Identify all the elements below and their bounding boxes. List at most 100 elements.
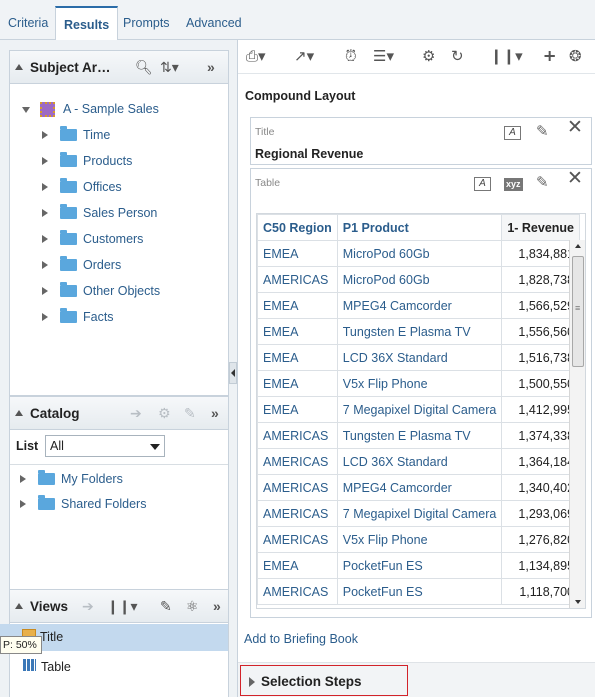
filter-icon[interactable]: ☰▾	[373, 49, 394, 65]
tab-criteria[interactable]: Criteria	[0, 6, 56, 40]
region-cell[interactable]: AMERICAS	[257, 266, 338, 293]
column-header[interactable]: P1 Product	[336, 214, 503, 241]
expand-icon[interactable]	[42, 209, 48, 217]
collapse-icon[interactable]	[15, 64, 23, 70]
more-icon[interactable]: ❂	[569, 49, 582, 65]
close-icon[interactable]: ✕	[567, 169, 583, 188]
column-header[interactable]: C50 Region	[257, 214, 338, 241]
format-view-icon[interactable]: A	[474, 177, 491, 191]
folder-label: Other Objects	[83, 284, 161, 298]
tree-folder[interactable]: Orders	[42, 255, 222, 275]
sort-icon[interactable]: ⇅▾	[160, 59, 179, 75]
tab-advanced[interactable]: Advanced	[178, 6, 250, 40]
new-view-icon[interactable]: ❙❙▾	[490, 49, 523, 65]
region-cell[interactable]: AMERICAS	[257, 526, 338, 553]
close-icon[interactable]: ✕	[567, 118, 583, 137]
expand-icon[interactable]	[20, 500, 26, 508]
product-cell[interactable]: MPEG4 Camcorder	[336, 292, 503, 319]
expand-open-icon[interactable]	[22, 107, 30, 113]
region-cell[interactable]: EMEA	[257, 344, 338, 371]
folder-label: Sales Person	[83, 206, 158, 220]
edit-view-icon[interactable]: ✎	[536, 124, 549, 140]
table-scrollbar[interactable]	[569, 240, 585, 608]
export-icon[interactable]: ↗▾	[294, 49, 314, 65]
region-cell[interactable]: EMEA	[257, 370, 338, 397]
tree-folder[interactable]: Facts	[42, 307, 222, 327]
product-cell[interactable]: MicroPod 60Gb	[336, 240, 503, 267]
tree-folder[interactable]: Offices	[42, 177, 222, 197]
region-cell[interactable]: EMEA	[257, 318, 338, 345]
rename-view-icon[interactable]: xyz	[504, 178, 523, 191]
expand-icon[interactable]	[42, 313, 48, 321]
expand-icon[interactable]	[42, 157, 48, 165]
expand-panel-icon[interactable]: »	[207, 59, 215, 75]
tree-folder[interactable]: Other Objects	[42, 281, 222, 301]
product-cell[interactable]: 7 Megapixel Digital Camera	[336, 500, 503, 527]
expand-panel-icon[interactable]: »	[211, 405, 219, 421]
product-cell[interactable]: MPEG4 Camcorder	[336, 474, 503, 501]
scroll-up-icon[interactable]	[575, 244, 581, 248]
table-row: AMERICAS MPEG4 Camcorder 1,340,402	[257, 474, 581, 501]
folder-label: Shared Folders	[61, 497, 147, 511]
subject-area-icon	[40, 102, 55, 117]
product-cell[interactable]: V5x Flip Phone	[336, 526, 503, 553]
edit-view-icon[interactable]: ✎	[536, 175, 549, 191]
expand-icon[interactable]	[42, 261, 48, 269]
expand-icon[interactable]	[42, 131, 48, 139]
tree-folder[interactable]: Sales Person	[42, 203, 222, 223]
format-view-icon[interactable]: A	[504, 126, 521, 140]
product-cell[interactable]: LCD 36X Standard	[336, 448, 503, 475]
scrollbar-thumb[interactable]	[572, 256, 584, 367]
product-cell[interactable]: 7 Megapixel Digital Camera	[336, 396, 503, 423]
list-select[interactable]: All	[45, 435, 165, 457]
add-to-briefing-book-link[interactable]: Add to Briefing Book	[244, 632, 358, 646]
new-view-icon[interactable]: ❙❙▾	[107, 598, 138, 614]
tree-folder[interactable]: Products	[42, 151, 222, 171]
expand-icon[interactable]	[42, 287, 48, 295]
catalog-folder[interactable]: Shared Folders	[20, 494, 200, 514]
duplicate-view-icon[interactable]: ⚛︎	[186, 598, 199, 614]
selection-steps-toggle[interactable]: Selection Steps	[240, 665, 408, 696]
schedule-icon[interactable]: ⏰︎	[345, 49, 357, 65]
expand-icon[interactable]	[20, 475, 26, 483]
properties-icon[interactable]: ⚙︎	[422, 49, 435, 65]
expand-icon[interactable]	[42, 235, 48, 243]
revenue-cell: 1,834,881	[501, 240, 581, 267]
region-cell[interactable]: AMERICAS	[257, 474, 338, 501]
product-cell[interactable]: Tungsten E Plasma TV	[336, 422, 503, 449]
catalog-folder[interactable]: My Folders	[20, 469, 200, 489]
product-cell[interactable]: MicroPod 60Gb	[336, 266, 503, 293]
scroll-down-icon[interactable]	[575, 600, 581, 604]
expand-icon[interactable]	[42, 183, 48, 191]
region-cell[interactable]: AMERICAS	[257, 500, 338, 527]
print-icon[interactable]: ⎙▾	[246, 49, 266, 65]
tab-prompts[interactable]: Prompts	[115, 6, 178, 40]
tab-results[interactable]: Results	[55, 6, 119, 41]
panel-splitter-handle[interactable]	[229, 362, 237, 384]
search-icon[interactable]: 🔍︎	[135, 59, 153, 75]
tree-folder[interactable]: Customers	[42, 229, 222, 249]
product-cell[interactable]: PocketFun ES	[336, 552, 503, 579]
region-cell[interactable]: EMEA	[257, 396, 338, 423]
collapse-icon[interactable]	[15, 603, 23, 609]
collapse-icon[interactable]	[15, 410, 23, 416]
product-cell[interactable]: Tungsten E Plasma TV	[336, 318, 503, 345]
product-cell[interactable]: PocketFun ES	[336, 578, 503, 605]
region-cell[interactable]: AMERICAS	[257, 448, 338, 475]
tree-folder[interactable]: Time	[42, 125, 222, 145]
refresh-icon[interactable]: ↻	[451, 49, 464, 65]
add-step-icon[interactable]: ➕︎	[544, 49, 555, 65]
region-cell[interactable]: EMEA	[257, 552, 338, 579]
region-cell[interactable]: AMERICAS	[257, 578, 338, 605]
product-cell[interactable]: V5x Flip Phone	[336, 370, 503, 397]
view-item-table[interactable]: Table	[0, 651, 228, 683]
region-cell[interactable]: EMEA	[257, 292, 338, 319]
catalog-pane: Catalog ➔ ⚙︎ ✎ » List All My Folders Sha…	[9, 396, 229, 596]
tree-root[interactable]: A - Sample Sales	[22, 99, 222, 119]
expand-panel-icon[interactable]: »	[213, 598, 221, 614]
edit-view-icon[interactable]: ✎	[160, 598, 172, 614]
product-cell[interactable]: LCD 36X Standard	[336, 344, 503, 371]
column-header[interactable]: 1- Revenue	[501, 214, 581, 241]
region-cell[interactable]: EMEA	[257, 240, 338, 267]
region-cell[interactable]: AMERICAS	[257, 422, 338, 449]
